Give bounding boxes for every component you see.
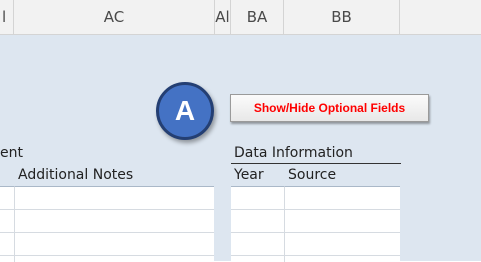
column-header-bar: l AC Al BA BB xyxy=(0,0,481,35)
input-cells-year[interactable] xyxy=(231,186,285,262)
column-header-ac[interactable]: AC xyxy=(14,0,215,34)
callout-badge-a: A xyxy=(156,82,214,140)
field-header-year: Year xyxy=(234,167,264,183)
input-cells-partial[interactable] xyxy=(0,186,15,262)
field-header-additional-notes: Additional Notes xyxy=(18,167,134,183)
section-heading-data-information: Data Information xyxy=(234,145,353,161)
input-cells-additional-notes[interactable] xyxy=(15,186,214,262)
section-underline xyxy=(231,163,401,164)
column-header-al[interactable]: Al xyxy=(215,0,231,34)
section-heading-partial: ent xyxy=(0,145,23,161)
show-hide-optional-fields-button[interactable]: Show/Hide Optional Fields xyxy=(230,94,429,122)
input-cells-source[interactable] xyxy=(285,186,400,262)
column-header-empty[interactable] xyxy=(400,0,481,34)
column-header-bb[interactable]: BB xyxy=(284,0,400,34)
column-header-partial[interactable]: l xyxy=(0,0,14,34)
field-header-source: Source xyxy=(288,167,337,183)
column-header-ba[interactable]: BA xyxy=(231,0,284,34)
